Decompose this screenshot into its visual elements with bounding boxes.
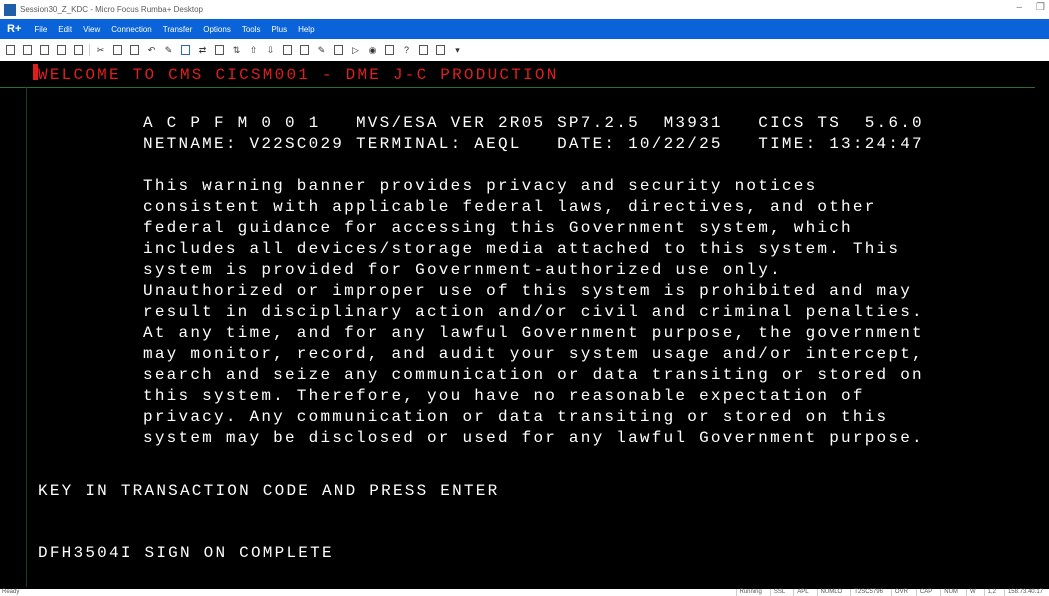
- connect-icon[interactable]: [179, 44, 192, 57]
- status-ovr: OVR: [890, 589, 908, 596]
- macro-icon[interactable]: ✎: [162, 44, 175, 57]
- help-icon[interactable]: [383, 44, 396, 57]
- rumba-app-icon: [4, 3, 16, 16]
- open-icon[interactable]: [21, 44, 34, 57]
- menu-file[interactable]: File: [34, 25, 47, 34]
- title-bar: Session30_Z_KDC - Micro Focus Rumba+ Des…: [0, 0, 1049, 19]
- play-icon[interactable]: ▷: [349, 44, 362, 57]
- record-icon[interactable]: [332, 44, 345, 57]
- status-w: W: [965, 589, 976, 596]
- save-as-icon[interactable]: [55, 44, 68, 57]
- status-cursor-position: 1,2: [983, 589, 996, 596]
- status-apl: APL: [793, 589, 809, 596]
- copy-icon[interactable]: [111, 44, 124, 57]
- toolbar-separator: [89, 44, 90, 56]
- banner-line: this system. Therefore, you have no reas…: [143, 387, 865, 405]
- print-icon[interactable]: [72, 44, 85, 57]
- toolbar: ✂ ↶ ✎ ⇄ ⇅ ⇧ ⇩ ✎ ▷ ◉ ? ▾: [0, 39, 1049, 61]
- status-num: NUM: [940, 589, 958, 596]
- undo-icon[interactable]: ↶: [145, 44, 158, 57]
- status-bar: Ready Running SSL APL NUMLO T2SC5796 OVR…: [0, 589, 1049, 596]
- status-numlo: NUMLO: [816, 589, 842, 596]
- menu-bar: R+ File Edit View Connection Transfer Op…: [0, 19, 1049, 39]
- status-indicators: Running SSL APL NUMLO T2SC5796 OVR CAP N…: [735, 589, 1043, 596]
- restore-button[interactable]: ❐: [1036, 2, 1045, 13]
- transaction-prompt: KEY IN TRANSACTION CODE AND PRESS ENTER: [38, 482, 500, 500]
- banner-line: system is provided for Government-author…: [143, 261, 782, 279]
- print-screen-icon[interactable]: [281, 44, 294, 57]
- receive-icon[interactable]: ⇅: [230, 44, 243, 57]
- banner-line: At any time, and for any lawful Governme…: [143, 324, 924, 342]
- status-running: Running: [735, 589, 762, 596]
- upload-icon[interactable]: ⇧: [247, 44, 260, 57]
- window-title: Session30_Z_KDC - Micro Focus Rumba+ Des…: [20, 5, 203, 14]
- menu-edit[interactable]: Edit: [58, 25, 72, 34]
- terminal-screen[interactable]: WELCOME TO CMS CICSM001 - DME J-C PRODUC…: [0, 61, 1049, 589]
- banner-line: result in disciplinary action and/or civ…: [143, 303, 924, 321]
- terminal-divider: [0, 87, 1035, 88]
- banner-line: may monitor, record, and audit your syst…: [143, 345, 924, 363]
- status-ssl: SSL: [769, 589, 785, 596]
- menu-transfer[interactable]: Transfer: [163, 25, 193, 34]
- menu-tools[interactable]: Tools: [242, 25, 261, 34]
- banner-line: search and seize any communication or da…: [143, 366, 924, 384]
- system-info-line: A C P F M 0 0 1 MVS/ESA VER 2R05 SP7.2.5…: [143, 114, 924, 132]
- save-icon[interactable]: [38, 44, 51, 57]
- edit-icon[interactable]: ✎: [315, 44, 328, 57]
- terminal-column-guide: [26, 87, 27, 587]
- download-icon[interactable]: ⇩: [264, 44, 277, 57]
- banner-line: Unauthorized or improper use of this sys…: [143, 282, 913, 300]
- dropdown-icon[interactable]: ▾: [451, 44, 464, 57]
- status-lu: T2SC5796: [850, 589, 883, 596]
- menu-connection[interactable]: Connection: [111, 25, 151, 34]
- sign-on-status: DFH3504I SIGN ON COMPLETE: [38, 544, 334, 562]
- cut-icon[interactable]: ✂: [94, 44, 107, 57]
- send-icon[interactable]: [213, 44, 226, 57]
- banner-line: federal guidance for accessing this Gove…: [143, 219, 853, 237]
- menu-help[interactable]: Help: [298, 25, 314, 34]
- stop-icon[interactable]: ◉: [366, 44, 379, 57]
- settings-icon[interactable]: [434, 44, 447, 57]
- new-session-icon[interactable]: [4, 44, 17, 57]
- welcome-line: WELCOME TO CMS CICSM001 - DME J-C PRODUC…: [38, 66, 559, 84]
- status-ready: Ready: [2, 589, 20, 595]
- disconnect-icon[interactable]: ⇄: [196, 44, 209, 57]
- banner-line: includes all devices/storage media attac…: [143, 240, 901, 258]
- banner-line: privacy. Any communication or data trans…: [143, 408, 889, 426]
- question-icon[interactable]: ?: [400, 44, 413, 57]
- banner-line: system may be disclosed or used for any …: [143, 429, 924, 447]
- banner-line: This warning banner provides privacy and…: [143, 177, 818, 195]
- banner-line: consistent with applicable federal laws,…: [143, 198, 877, 216]
- menu-plus[interactable]: Plus: [272, 25, 288, 34]
- keyboard-map-icon[interactable]: [298, 44, 311, 57]
- window-controls: – ❐: [1016, 2, 1045, 13]
- netname-line: NETNAME: V22SC029 TERMINAL: AEQL DATE: 1…: [143, 135, 924, 153]
- minimize-button[interactable]: –: [1016, 2, 1022, 13]
- menu-options[interactable]: Options: [203, 25, 231, 34]
- rumba-logo[interactable]: R+: [7, 23, 21, 35]
- status-host-ip: 158.73.40.17: [1003, 589, 1043, 596]
- menu-view[interactable]: View: [83, 25, 100, 34]
- about-icon[interactable]: [417, 44, 430, 57]
- status-cap: CAP: [915, 589, 932, 596]
- paste-icon[interactable]: [128, 44, 141, 57]
